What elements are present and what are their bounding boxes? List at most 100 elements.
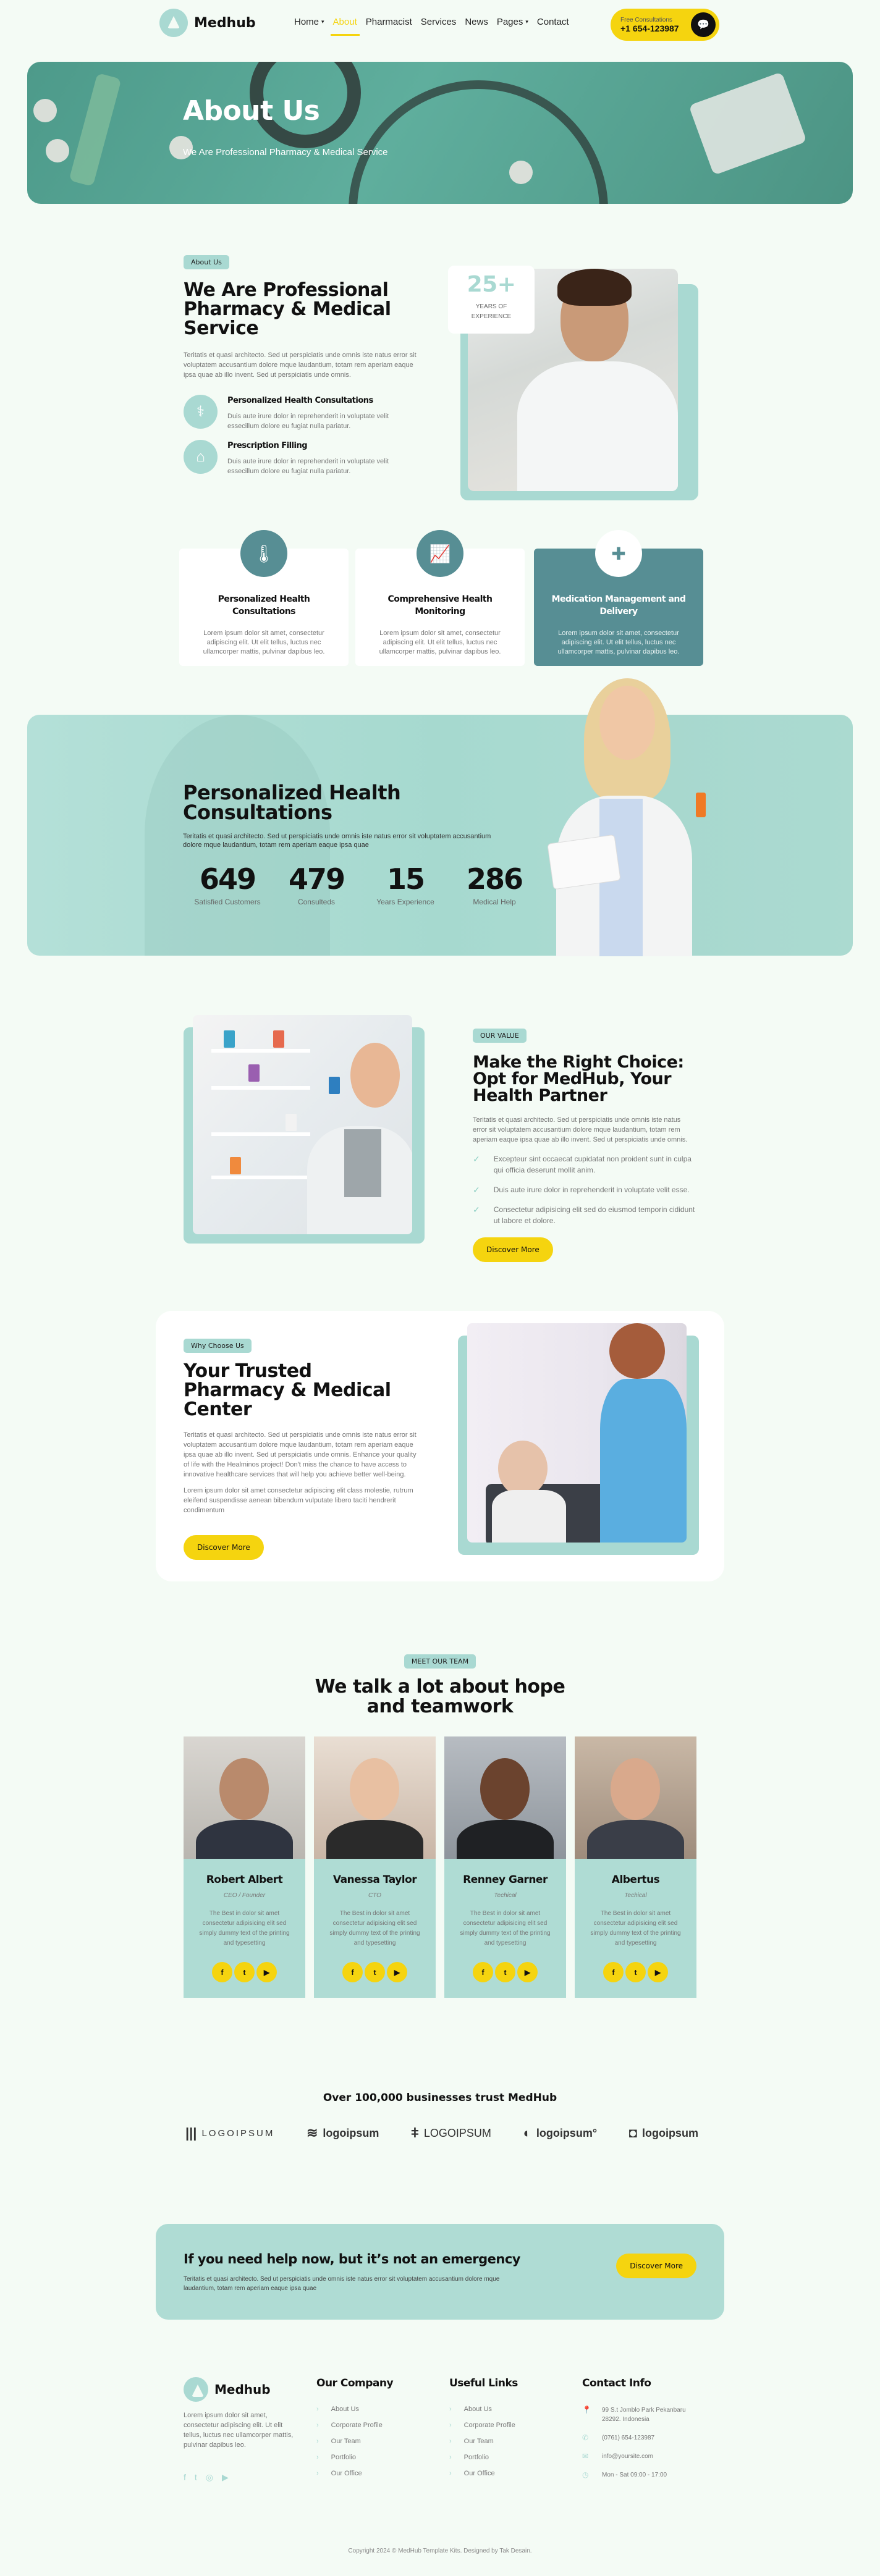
footer-link[interactable]: › Our Team xyxy=(316,2438,393,2445)
youtube-icon[interactable]: ▶ xyxy=(387,1962,407,1982)
facebook-icon[interactable]: f xyxy=(473,1962,493,1982)
footer-link[interactable]: › Portfolio xyxy=(316,2454,393,2461)
footer-link[interactable]: › Portfolio xyxy=(449,2454,518,2461)
discover-more-button[interactable]: Discover More xyxy=(616,2254,696,2278)
thermometer-icon: 🌡 xyxy=(240,530,287,577)
footer-link[interactable]: › Our Team xyxy=(449,2438,518,2445)
youtube-icon[interactable]: ▶ xyxy=(517,1962,538,1982)
pill-image xyxy=(46,139,69,162)
footer-heading: Useful Links xyxy=(449,2377,518,2389)
nurse-patient-photo xyxy=(467,1323,687,1543)
member-photo xyxy=(444,1736,566,1859)
footer-link[interactable]: › Our Office xyxy=(449,2470,518,2477)
feature-text: Duis aute irure dolor in reprehenderit i… xyxy=(227,413,389,430)
team-member-card: Renney Garner Techical The Best in dolor… xyxy=(444,1736,566,1998)
logo-symbol-icon: ◐ xyxy=(523,2125,531,2140)
experience-number: 25+ xyxy=(467,272,516,297)
facebook-icon[interactable]: f xyxy=(342,1962,363,1982)
footer-link[interactable]: › Our Office xyxy=(316,2470,393,2477)
pill-image xyxy=(33,99,57,122)
nav-pages[interactable]: Pages ▾ xyxy=(497,17,528,36)
footer-link[interactable]: › Corporate Profile xyxy=(449,2422,518,2429)
member-bio: The Best in dolor sit amet consectetur a… xyxy=(199,1910,290,1947)
facebook-icon[interactable]: f xyxy=(184,2472,186,2483)
youtube-icon[interactable]: ▶ xyxy=(222,2472,229,2483)
main-nav: Home ▾ About Pharmacist Services News Pag… xyxy=(294,17,569,36)
contact-text: (0761) 654-123987 xyxy=(602,2435,655,2441)
youtube-icon[interactable]: ▶ xyxy=(648,1962,668,1982)
youtube-icon[interactable]: ▶ xyxy=(256,1962,277,1982)
contact-phone[interactable]: ✆ (0761) 654-123987 xyxy=(582,2433,700,2443)
experience-label: YEARS OF EXPERIENCE xyxy=(471,303,512,320)
footer-link[interactable]: › About Us xyxy=(316,2406,393,2413)
stat-item: 286 Medical Help xyxy=(450,863,539,906)
contact-email[interactable]: ✉ info@yoursite.com xyxy=(582,2452,700,2461)
service-text: Lorem ipsum dolor sit amet, consectetur … xyxy=(379,629,501,655)
free-consultation-button[interactable]: Free Consultations +1 654-123987 💬 xyxy=(611,9,719,41)
twitter-icon[interactable]: t xyxy=(365,1962,385,1982)
logo-text: LOGOIPSUM xyxy=(201,2128,275,2139)
twitter-icon[interactable]: t xyxy=(495,1962,515,1982)
footer-company: Our Company › About Us › Corporate Profile… xyxy=(316,2377,394,2477)
discover-more-button[interactable]: Discover More xyxy=(473,1237,553,1262)
value-title: Make the Right Choice: Opt for MedHub, Y… xyxy=(473,1053,684,1105)
footer-about-text: Lorem ipsum dolor sit amet, consectetur … xyxy=(184,2412,294,2449)
member-bio: The Best in dolor sit amet consectetur a… xyxy=(329,1910,420,1947)
nav-home[interactable]: Home ▾ xyxy=(294,17,324,36)
brand-logo[interactable]: Medhub xyxy=(159,9,256,37)
twitter-icon[interactable]: t xyxy=(195,2472,197,2483)
pill-image xyxy=(509,161,533,184)
link-text: About Us xyxy=(463,2406,492,2413)
nav-services[interactable]: Services xyxy=(421,17,457,36)
team-title: We talk a lot about hope and teamwork xyxy=(315,1676,565,1717)
facebook-icon[interactable]: f xyxy=(212,1962,232,1982)
section-badge: MEET OUR TEAM xyxy=(404,1654,476,1669)
twitter-icon[interactable]: t xyxy=(234,1962,255,1982)
nav-label: Pharmacist xyxy=(365,17,412,27)
section-badge: About Us xyxy=(184,255,229,269)
partner-logos: ||| LOGOIPSUM ≋ logoipsum ǂ LOGOIPSUM ◐ logo… xyxy=(185,2125,698,2141)
footer-about: Medhub Lorem ipsum dolor sit amet, conse… xyxy=(184,2377,307,2483)
service-title: Medication Management and Delivery xyxy=(551,594,686,617)
nav-contact[interactable]: Contact xyxy=(537,17,569,36)
trust-title: Over 100,000 businesses trust MedHub xyxy=(323,2092,557,2104)
footer-link[interactable]: › About Us xyxy=(449,2406,518,2413)
why-body-2: Lorem ipsum dolor sit amet consectetur a… xyxy=(184,1487,413,1514)
nav-news[interactable]: News xyxy=(465,17,488,36)
nav-pharmacist[interactable]: Pharmacist xyxy=(366,17,412,36)
facebook-icon[interactable]: f xyxy=(603,1962,624,1982)
footer-heading: Our Company xyxy=(316,2377,394,2389)
feature-title: Prescription Filling xyxy=(227,441,308,450)
nav-label: Home xyxy=(294,17,319,27)
phone-icon: ✆ xyxy=(582,2433,589,2442)
stat-label: Satisfied Customers xyxy=(194,898,261,906)
footer-link[interactable]: › Corporate Profile xyxy=(316,2422,393,2429)
value-image-block xyxy=(184,1015,425,1247)
link-text: Corporate Profile xyxy=(331,2422,383,2429)
member-role: Techical xyxy=(494,1892,517,1899)
service-text: Lorem ipsum dolor sit amet, consectetur … xyxy=(203,629,325,655)
link-text: Our Team xyxy=(331,2438,361,2445)
member-name: Robert Albert xyxy=(206,1874,283,1886)
nav-about[interactable]: About xyxy=(330,17,360,36)
link-text: Corporate Profile xyxy=(463,2422,515,2429)
chevron-right-icon: › xyxy=(449,2406,452,2413)
check-item: ✓ Consectetur adipisicing elit sed do eiu… xyxy=(473,1204,695,1226)
logo-text: logoipsum° xyxy=(536,2126,598,2139)
service-card[interactable]: 📈 Comprehensive Health Monitoring Lorem … xyxy=(355,530,525,666)
service-card[interactable]: 🌡 Personalized Health Consultations Lore… xyxy=(179,530,349,666)
discover-more-button[interactable]: Discover More xyxy=(184,1535,264,1560)
partner-logo: ≋ logoipsum xyxy=(307,2125,379,2141)
twitter-icon[interactable]: t xyxy=(625,1962,646,1982)
link-text: Our Office xyxy=(463,2470,495,2477)
cta-phone: +1 654-123987 xyxy=(620,23,679,33)
footer-logo[interactable]: Medhub xyxy=(184,2377,307,2402)
instagram-icon[interactable]: ◎ xyxy=(206,2472,213,2483)
logo-text: logoipsum xyxy=(323,2126,379,2139)
team-member-card: Albertus Techical The Best in dolor sit … xyxy=(575,1736,696,1998)
about-title: We Are Professional Pharmacy & Medical S… xyxy=(184,279,391,339)
footer-heading: Contact Info xyxy=(582,2377,651,2389)
service-card-highlighted[interactable]: ✚ Medication Management and Delivery Lor… xyxy=(534,530,703,666)
chat-bubbles-icon: 💬 xyxy=(691,12,716,37)
contact-address: 📍 99 S.t Jomblo Park Pekanbaru 28292. Ind… xyxy=(582,2406,700,2424)
